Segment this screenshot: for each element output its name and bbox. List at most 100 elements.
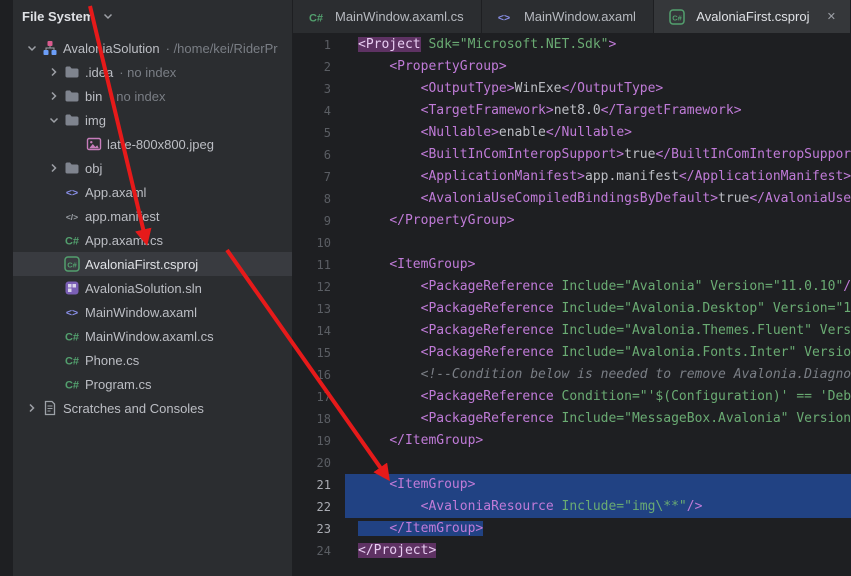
line-number: 18: [293, 408, 331, 430]
chevron-down-icon[interactable]: [99, 8, 117, 24]
editor[interactable]: 123456789101112131415161718192021222324 …: [293, 34, 851, 576]
code-line-8[interactable]: <AvaloniaUseCompiledBindingsByDefault>tr…: [345, 188, 851, 210]
code-line-11[interactable]: <ItemGroup>: [345, 254, 851, 276]
scratches-icon: [41, 400, 58, 416]
manifest-icon: </>: [63, 208, 80, 224]
chevron-right-icon[interactable]: [45, 64, 63, 80]
line-number: 15: [293, 342, 331, 364]
close-icon[interactable]: ✕: [819, 10, 836, 23]
tree-item-program-cs[interactable]: C#Program.cs: [13, 372, 292, 396]
code-token: Include="Avalonia" Version="11.0.10": [562, 279, 844, 294]
code-line-18[interactable]: <PackageReference Include="MessageBox.Av…: [345, 408, 851, 430]
code-line-9[interactable]: </PropertyGroup>: [345, 210, 851, 232]
line-number: 21: [293, 474, 331, 496]
code-line-5[interactable]: <Nullable>enable</Nullable>: [345, 122, 851, 144]
code-token: </PropertyGroup>: [389, 213, 514, 228]
file-tree: AvaloniaSolution· /home/kei/RiderPr.idea…: [13, 32, 292, 420]
code-area[interactable]: <Project Sdk="Microsoft.NET.Sdk"> <Prope…: [345, 34, 851, 576]
tree-item-label: AvaloniaSolution.sln: [85, 281, 202, 296]
code-token: <OutputType>: [421, 81, 515, 96]
code-line-12[interactable]: <PackageReference Include="Avalonia" Ver…: [345, 276, 851, 298]
code-line-13[interactable]: <PackageReference Include="Avalonia.Desk…: [345, 298, 851, 320]
code-line-23[interactable]: </ItemGroup>: [345, 518, 851, 540]
tree-item-mainwindow-axaml-cs[interactable]: C#MainWindow.axaml.cs: [13, 324, 292, 348]
tree-item-scratches-and-consoles[interactable]: Scratches and Consoles: [13, 396, 292, 420]
code-token: <ApplicationManifest>: [421, 169, 585, 184]
code-line-20[interactable]: [345, 452, 851, 474]
line-number: 11: [293, 254, 331, 276]
tab-mainwindow-axaml[interactable]: <>MainWindow.axaml: [482, 0, 654, 33]
tree-item-bin[interactable]: bin· no index: [13, 84, 292, 108]
chevron-spacer: [45, 184, 63, 200]
code-token: Condition="'$(Configuration)' == 'Debug'…: [562, 389, 851, 404]
code-token: <Nullable>: [421, 125, 499, 140]
code-token: [358, 103, 421, 118]
tree-item-app-manifest[interactable]: </>app.manifest: [13, 204, 292, 228]
panel-title: File System: [22, 9, 94, 24]
chevron-spacer: [45, 208, 63, 224]
code-token: net8.0: [554, 103, 601, 118]
code-line-15[interactable]: <PackageReference Include="Avalonia.Font…: [345, 342, 851, 364]
tree-item-hint: · /home/kei/RiderPr: [166, 41, 278, 56]
tree-item-mainwindow-axaml[interactable]: <>MainWindow.axaml: [13, 300, 292, 324]
code-token: [358, 521, 389, 536]
code-line-7[interactable]: <ApplicationManifest>app.manifest</Appli…: [345, 166, 851, 188]
line-number: 3: [293, 78, 331, 100]
code-line-16[interactable]: <!--Condition below is needed to remove …: [345, 364, 851, 386]
code-line-22[interactable]: <AvaloniaResource Include="img\**"/>: [345, 496, 851, 518]
code-line-24[interactable]: </Project>: [345, 540, 851, 562]
code-token: />: [843, 279, 851, 294]
tree-item-label: MainWindow.axaml: [85, 305, 197, 320]
tab-mainwindow-axaml-cs[interactable]: C#MainWindow.axaml.cs: [293, 0, 482, 33]
tab-avaloniafirst-csproj[interactable]: C#AvaloniaFirst.csproj✕: [654, 0, 851, 33]
code-line-14[interactable]: <PackageReference Include="Avalonia.Them…: [345, 320, 851, 342]
tab-label: MainWindow.axaml: [524, 9, 636, 24]
code-token: [358, 499, 421, 514]
code-token: />: [687, 499, 703, 514]
tree-item-hint: · no index: [119, 65, 176, 80]
tree-item-avaloniafirst-csproj[interactable]: C#AvaloniaFirst.csproj: [13, 252, 292, 276]
panel-header[interactable]: File System: [13, 0, 292, 32]
tree-item-avaloniasolution-sln[interactable]: AvaloniaSolution.sln: [13, 276, 292, 300]
code-token: </AvaloniaUseCompiledBindingsByDefault>: [749, 191, 851, 206]
selection-highlight: </ItemGroup>: [358, 521, 483, 536]
code-token: [358, 411, 421, 426]
code-line-4[interactable]: <TargetFramework>net8.0</TargetFramework…: [345, 100, 851, 122]
tree-item-app-axaml[interactable]: <>App.axaml: [13, 180, 292, 204]
code-token: [554, 411, 562, 426]
code-token: <PropertyGroup>: [389, 59, 506, 74]
code-token: <!--Condition below is needed to remove …: [421, 367, 851, 382]
code-token: [358, 147, 421, 162]
code-token: [358, 59, 389, 74]
code-line-21[interactable]: <ItemGroup>: [345, 474, 851, 496]
code-line-2[interactable]: <PropertyGroup>: [345, 56, 851, 78]
code-line-19[interactable]: </ItemGroup>: [345, 430, 851, 452]
code-line-3[interactable]: <OutputType>WinExe</OutputType>: [345, 78, 851, 100]
solution-icon: [41, 40, 58, 56]
tree-item-phone-cs[interactable]: C#Phone.cs: [13, 348, 292, 372]
code-line-1[interactable]: <Project Sdk="Microsoft.NET.Sdk">: [345, 34, 851, 56]
chevron-right-icon[interactable]: [45, 160, 63, 176]
code-token: [554, 323, 562, 338]
editor-gutter[interactable]: 123456789101112131415161718192021222324: [293, 34, 345, 576]
line-number: 5: [293, 122, 331, 144]
tree-item-obj[interactable]: obj: [13, 156, 292, 180]
code-line-6[interactable]: <BuiltInComInteropSupport>true</BuiltInC…: [345, 144, 851, 166]
chevron-right-icon[interactable]: [45, 88, 63, 104]
code-line-17[interactable]: <PackageReference Condition="'$(Configur…: [345, 386, 851, 408]
tree-item-idea[interactable]: .idea· no index: [13, 60, 292, 84]
tree-item-img[interactable]: img: [13, 108, 292, 132]
code-token: </BuiltInComInteropSupport>: [655, 147, 851, 162]
code-token: [358, 81, 421, 96]
chevron-down-icon[interactable]: [23, 40, 41, 56]
toolwindow-stripe[interactable]: [0, 0, 13, 576]
chevron-right-icon[interactable]: [23, 400, 41, 416]
line-number: 4: [293, 100, 331, 122]
code-line-10[interactable]: [345, 232, 851, 254]
tree-item-avaloniasolution[interactable]: AvaloniaSolution· /home/kei/RiderPr: [13, 36, 292, 60]
chevron-down-icon[interactable]: [45, 112, 63, 128]
tree-item-latte-800x800-jpeg[interactable]: latte-800x800.jpeg: [13, 132, 292, 156]
code-token: [358, 433, 389, 448]
tree-item-app-axaml-cs[interactable]: C#App.axaml.cs: [13, 228, 292, 252]
tree-item-label: Phone.cs: [85, 353, 139, 368]
